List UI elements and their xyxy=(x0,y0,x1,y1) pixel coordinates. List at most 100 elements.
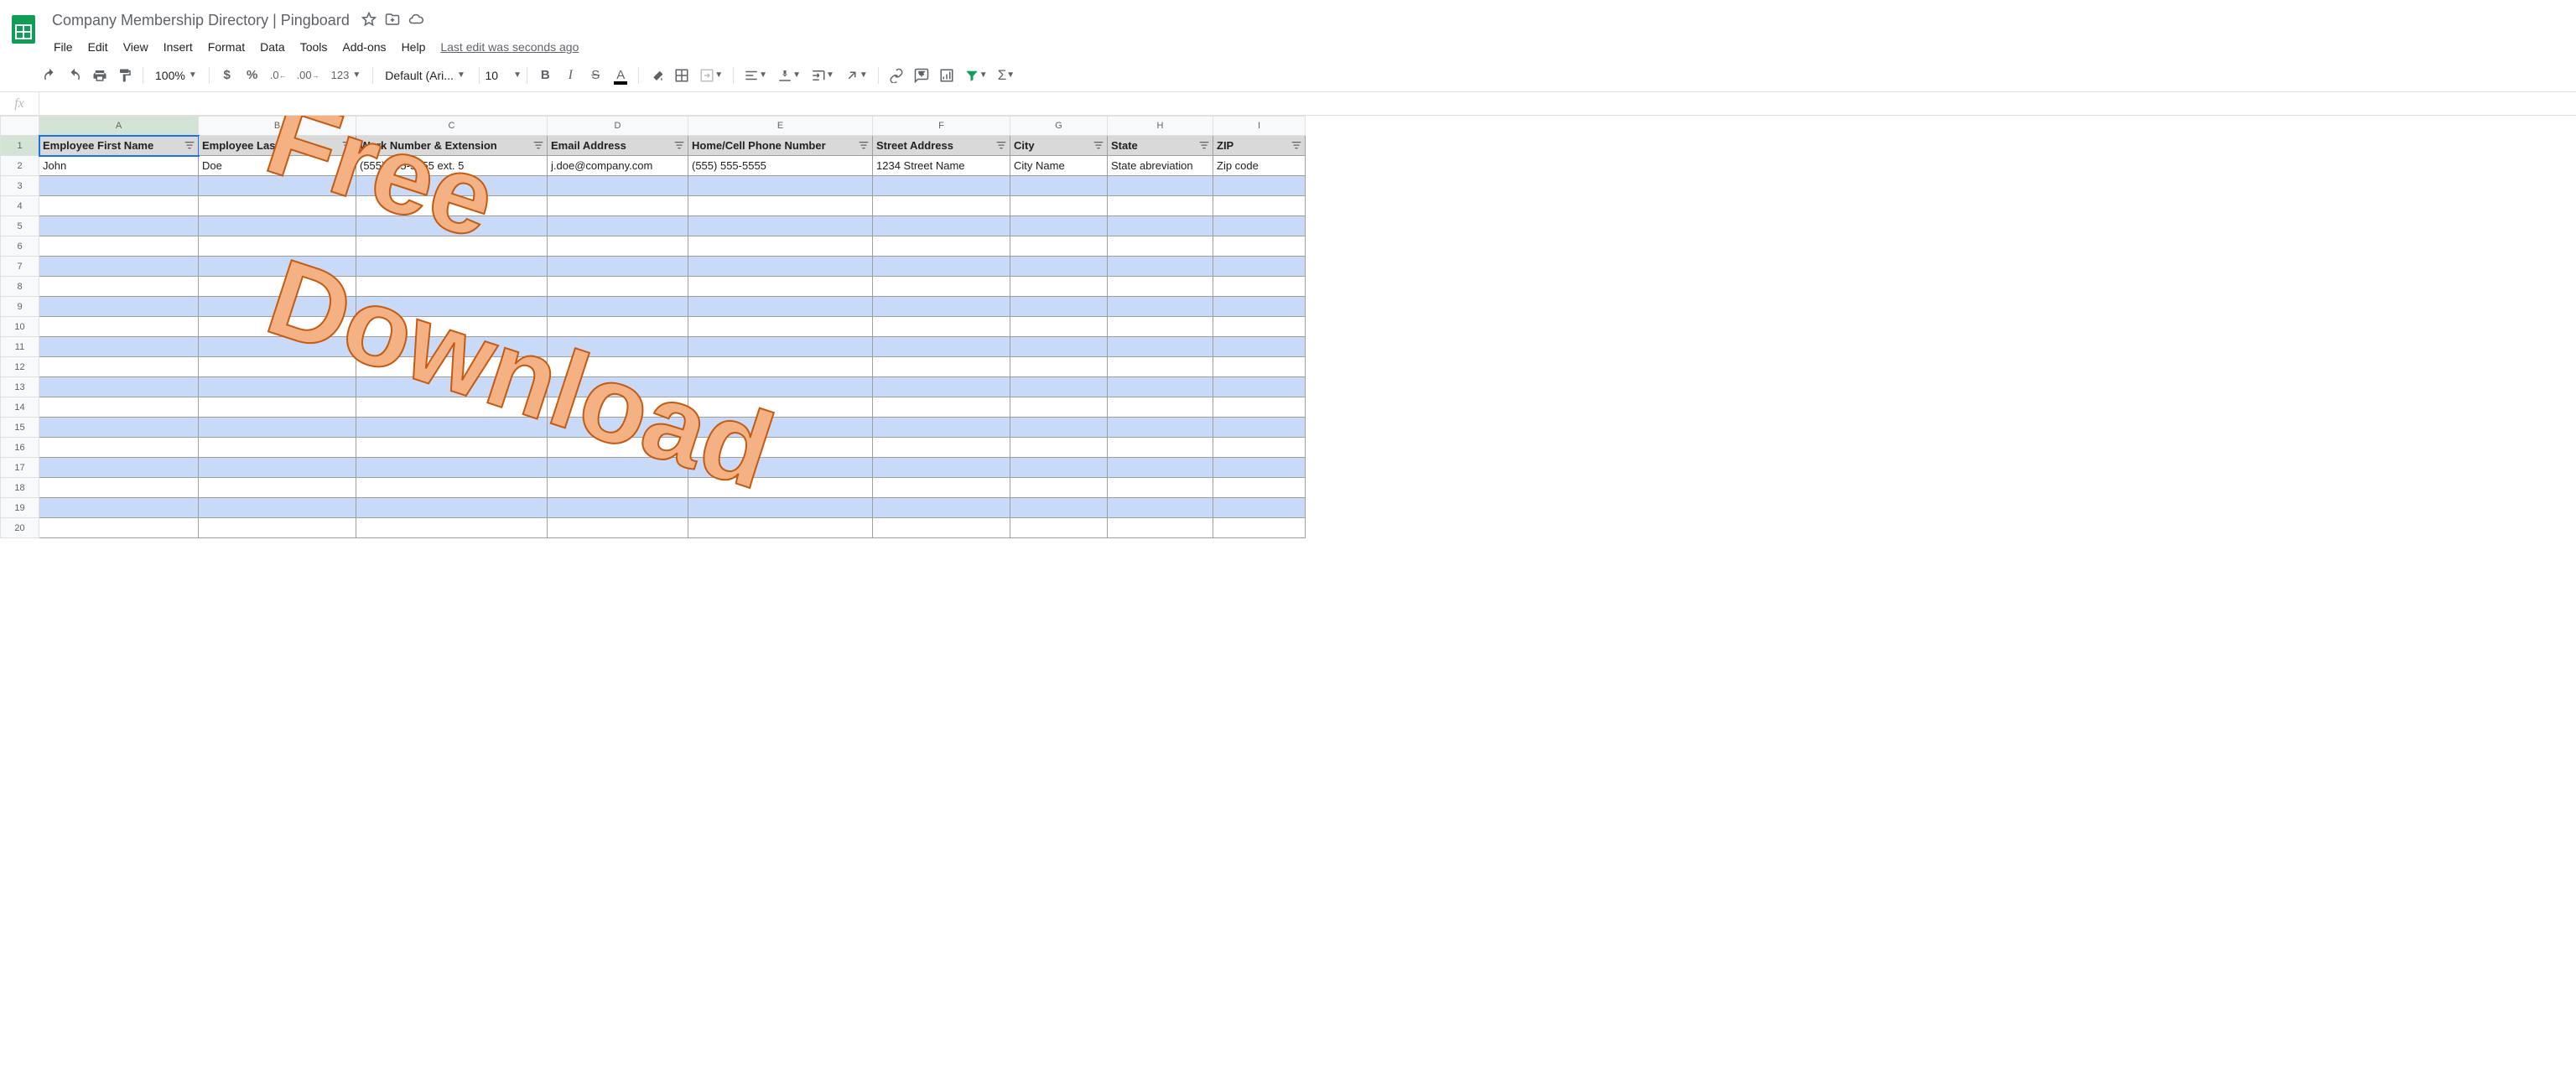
filter-icon[interactable] xyxy=(995,140,1007,152)
cell[interactable] xyxy=(356,397,548,418)
cell[interactable] xyxy=(39,196,199,216)
filter-icon[interactable] xyxy=(184,140,195,152)
cell[interactable] xyxy=(688,337,873,357)
cell[interactable] xyxy=(1108,518,1213,538)
cell[interactable] xyxy=(1010,397,1108,418)
cell[interactable] xyxy=(688,317,873,337)
cell[interactable] xyxy=(1010,297,1108,317)
cell[interactable] xyxy=(548,236,688,257)
cell[interactable] xyxy=(1010,518,1108,538)
cell[interactable] xyxy=(1213,277,1306,297)
cell[interactable] xyxy=(873,176,1010,196)
cell[interactable] xyxy=(356,518,548,538)
cell[interactable] xyxy=(39,236,199,257)
cell[interactable] xyxy=(688,257,873,277)
cell[interactable]: Employee First Name xyxy=(39,136,199,156)
row-header[interactable]: 10 xyxy=(1,317,39,337)
cell[interactable] xyxy=(873,236,1010,257)
cell[interactable] xyxy=(1213,458,1306,478)
cell[interactable]: Home/Cell Phone Number xyxy=(688,136,873,156)
column-header[interactable]: B xyxy=(199,117,356,136)
cell[interactable] xyxy=(688,498,873,518)
row-header[interactable]: 16 xyxy=(1,438,39,458)
cell[interactable] xyxy=(1213,357,1306,377)
cell[interactable] xyxy=(39,357,199,377)
cell[interactable] xyxy=(1213,377,1306,397)
column-header[interactable]: G xyxy=(1010,117,1108,136)
cell[interactable] xyxy=(688,196,873,216)
cell[interactable] xyxy=(688,518,873,538)
cell[interactable] xyxy=(548,377,688,397)
cell[interactable] xyxy=(873,297,1010,317)
row-header[interactable]: 17 xyxy=(1,458,39,478)
font-dropdown[interactable]: Default (Ari...▼ xyxy=(380,69,472,82)
cell[interactable] xyxy=(688,418,873,438)
menu-format[interactable]: Format xyxy=(201,37,252,57)
cell[interactable] xyxy=(1108,216,1213,236)
cell[interactable] xyxy=(548,257,688,277)
increase-decimal-button[interactable]: .00→ xyxy=(293,65,323,86)
cell[interactable] xyxy=(548,196,688,216)
cell[interactable] xyxy=(39,518,199,538)
row-header[interactable]: 3 xyxy=(1,176,39,196)
filter-icon[interactable] xyxy=(1093,140,1104,152)
cell[interactable] xyxy=(1108,458,1213,478)
cell[interactable] xyxy=(199,277,356,297)
sheets-logo-icon[interactable] xyxy=(7,12,40,45)
wrap-button[interactable]: ▼ xyxy=(808,65,838,86)
menu-edit[interactable]: Edit xyxy=(81,37,115,57)
functions-button[interactable]: Σ▼ xyxy=(995,65,1018,86)
filter-button[interactable]: ▼ xyxy=(961,65,991,86)
cell[interactable] xyxy=(1010,337,1108,357)
row-header[interactable]: 8 xyxy=(1,277,39,297)
cell[interactable] xyxy=(1108,337,1213,357)
cell[interactable] xyxy=(39,216,199,236)
menu-view[interactable]: View xyxy=(117,37,155,57)
cell[interactable] xyxy=(1010,458,1108,478)
row-header[interactable]: 6 xyxy=(1,236,39,257)
cell[interactable] xyxy=(356,377,548,397)
cell[interactable] xyxy=(199,357,356,377)
cell[interactable] xyxy=(548,357,688,377)
cell[interactable] xyxy=(688,458,873,478)
cell[interactable] xyxy=(39,418,199,438)
cell[interactable] xyxy=(873,438,1010,458)
print-button[interactable] xyxy=(89,65,111,86)
spreadsheet-grid[interactable]: ABCDEFGHI1Employee First NameEmployee La… xyxy=(0,116,1306,538)
italic-button[interactable]: I xyxy=(559,65,581,86)
row-header[interactable]: 2 xyxy=(1,156,39,176)
cell[interactable] xyxy=(1213,438,1306,458)
cell[interactable] xyxy=(356,438,548,458)
cell[interactable] xyxy=(199,176,356,196)
cell[interactable]: State xyxy=(1108,136,1213,156)
cell[interactable] xyxy=(199,498,356,518)
cell[interactable] xyxy=(39,277,199,297)
row-header[interactable]: 11 xyxy=(1,337,39,357)
cell[interactable]: City Name xyxy=(1010,156,1108,176)
cell[interactable] xyxy=(356,458,548,478)
cell[interactable] xyxy=(356,277,548,297)
menu-add-ons[interactable]: Add-ons xyxy=(335,37,392,57)
cell[interactable] xyxy=(873,277,1010,297)
cell[interactable] xyxy=(873,418,1010,438)
decrease-decimal-button[interactable]: .0← xyxy=(267,65,290,86)
row-header[interactable]: 14 xyxy=(1,397,39,418)
column-header[interactable]: C xyxy=(356,117,548,136)
row-header[interactable]: 18 xyxy=(1,478,39,498)
cell[interactable] xyxy=(1010,176,1108,196)
cell[interactable] xyxy=(356,337,548,357)
cell[interactable] xyxy=(1010,236,1108,257)
cell[interactable] xyxy=(39,176,199,196)
menu-tools[interactable]: Tools xyxy=(293,37,335,57)
chart-button[interactable] xyxy=(936,65,958,86)
cell[interactable] xyxy=(1108,397,1213,418)
cell[interactable] xyxy=(356,418,548,438)
cell[interactable] xyxy=(688,438,873,458)
move-icon[interactable] xyxy=(385,12,400,29)
cell[interactable] xyxy=(548,317,688,337)
cell[interactable] xyxy=(548,397,688,418)
cell[interactable] xyxy=(873,196,1010,216)
cell[interactable]: Work Number & Extension xyxy=(356,136,548,156)
percent-button[interactable]: % xyxy=(242,65,263,86)
cell[interactable] xyxy=(199,236,356,257)
